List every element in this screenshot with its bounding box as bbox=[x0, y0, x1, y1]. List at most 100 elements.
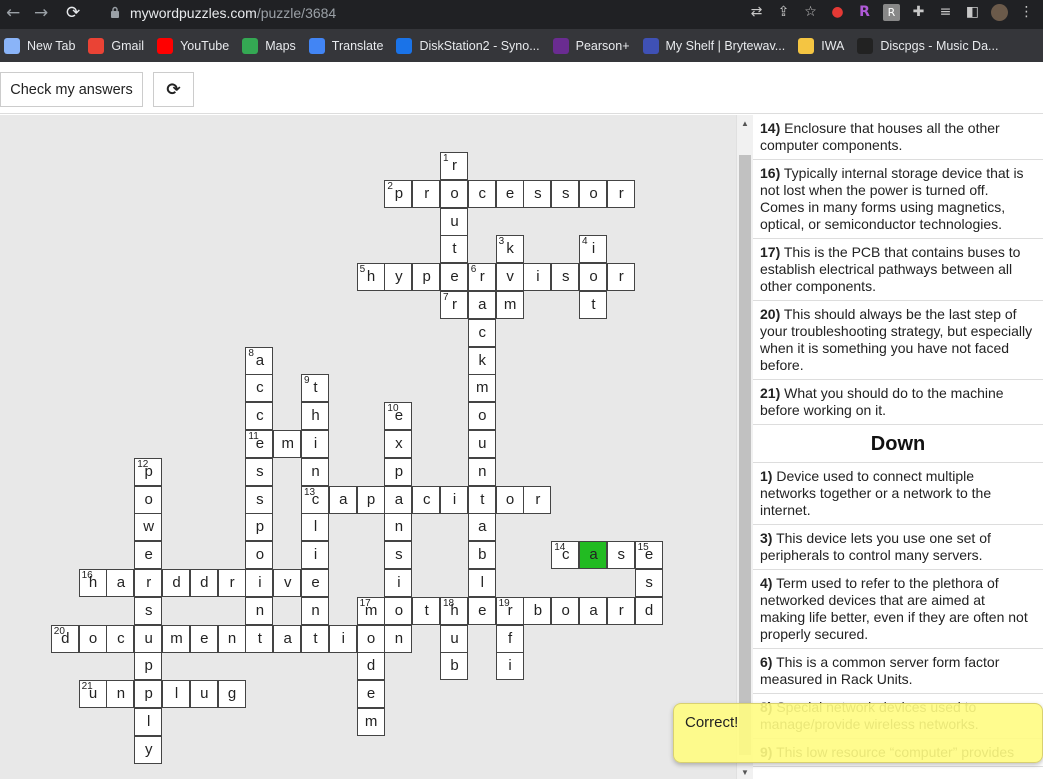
clue-item[interactable]: 14) Enclosure that houses all the other … bbox=[753, 115, 1043, 160]
crossword-cell[interactable]: s bbox=[523, 179, 552, 208]
crossword-cell[interactable]: m bbox=[495, 291, 524, 319]
kebab-menu-icon[interactable]: ⋮ bbox=[1018, 4, 1035, 21]
crossword-cell[interactable]: m bbox=[356, 708, 385, 736]
crossword-cell[interactable]: d bbox=[634, 596, 663, 625]
forward-arrow-icon[interactable]: → bbox=[34, 3, 48, 23]
clue-item[interactable]: 16) Typically internal storage device th… bbox=[753, 160, 1043, 239]
crossword-cell[interactable]: a bbox=[579, 596, 607, 625]
crossword-cell[interactable]: 13 c bbox=[301, 485, 329, 514]
clue-item[interactable]: 6) This is a common server form factor m… bbox=[753, 649, 1043, 694]
crossword-cell[interactable]: n bbox=[467, 457, 496, 486]
bookmark-item[interactable]: New Tab bbox=[4, 37, 75, 54]
crossword-cell[interactable]: r bbox=[412, 179, 441, 208]
crossword-cell[interactable]: m bbox=[467, 374, 496, 403]
back-arrow-icon[interactable]: ← bbox=[6, 3, 20, 23]
crossword-cell[interactable]: t bbox=[440, 235, 468, 264]
reading-list-icon[interactable]: ≡ bbox=[937, 4, 954, 21]
crossword-cell[interactable]: 15 e bbox=[634, 541, 663, 570]
extension-r-icon[interactable]: R bbox=[856, 4, 873, 21]
crossword-cell[interactable]: n bbox=[245, 596, 274, 625]
scrollbar-thumb[interactable] bbox=[739, 155, 751, 755]
crossword-cell[interactable]: u bbox=[189, 680, 218, 709]
crossword-cell[interactable]: n bbox=[301, 457, 329, 486]
crossword-cell[interactable]: r bbox=[606, 596, 635, 625]
crossword-cell[interactable]: p bbox=[134, 652, 163, 681]
crossword-cell[interactable]: o bbox=[579, 263, 607, 292]
crossword-cell[interactable]: h bbox=[301, 402, 329, 431]
crossword-cell[interactable]: e bbox=[189, 624, 218, 653]
crossword-cell[interactable]: s bbox=[551, 179, 580, 208]
bookmark-item[interactable]: My Shelf | Brytewav... bbox=[642, 37, 785, 54]
crossword-cell[interactable]: p bbox=[245, 513, 274, 542]
crossword-cell[interactable]: i bbox=[245, 569, 274, 597]
share-icon[interactable]: ⇪ bbox=[775, 4, 792, 21]
refresh-icon[interactable]: ⟳ bbox=[153, 72, 194, 107]
bookmark-item[interactable]: IWA bbox=[798, 37, 844, 54]
clue-item[interactable]: 3) This device lets you use one set of p… bbox=[753, 525, 1043, 570]
crossword-cell[interactable]: 20 d bbox=[50, 624, 79, 653]
crossword-cell[interactable]: d bbox=[162, 569, 190, 597]
crossword-cell[interactable]: c bbox=[467, 179, 496, 208]
crossword-cell[interactable]: r bbox=[134, 569, 163, 597]
crossword-cell[interactable]: r bbox=[606, 179, 635, 208]
clues-scrollbar[interactable]: ▲ ▼ bbox=[736, 115, 753, 779]
crossword-cell[interactable]: c bbox=[412, 485, 441, 514]
crossword-cell[interactable]: 10 e bbox=[384, 402, 413, 431]
crossword-cell[interactable]: c bbox=[467, 318, 496, 347]
extensions-puzzle-icon[interactable]: ✚ bbox=[910, 4, 927, 21]
crossword-cell[interactable]: i bbox=[523, 263, 552, 292]
address-bar[interactable]: mywordpuzzles.com/puzzle/3684 bbox=[130, 5, 336, 21]
bookmark-star-icon[interactable]: ☆ bbox=[802, 4, 819, 21]
crossword-cell[interactable]: 19 r bbox=[495, 596, 524, 625]
crossword-cell[interactable]: e bbox=[356, 680, 385, 709]
crossword-cell[interactable]: b bbox=[440, 652, 468, 681]
crossword-cell[interactable]: x bbox=[384, 430, 413, 458]
crossword-cell[interactable]: 11 e bbox=[245, 430, 274, 458]
crossword-cell[interactable]: 16 h bbox=[78, 569, 107, 597]
crossword-cell[interactable]: e bbox=[495, 179, 524, 208]
crossword-cell[interactable]: r bbox=[217, 569, 246, 597]
crossword-cell[interactable]: s bbox=[551, 263, 580, 292]
profile-avatar-icon[interactable] bbox=[991, 4, 1008, 21]
crossword-cell[interactable]: 17 m bbox=[356, 596, 385, 625]
crossword-cell[interactable]: 12 p bbox=[134, 457, 163, 486]
crossword-cell[interactable]: t bbox=[245, 624, 274, 653]
translate-icon[interactable]: ⇄ bbox=[748, 4, 765, 21]
scroll-up-arrow-icon[interactable]: ▲ bbox=[741, 119, 749, 128]
crossword-cell[interactable]: 2p bbox=[384, 179, 413, 208]
crossword-cell[interactable]: i bbox=[301, 430, 329, 458]
crossword-cell[interactable]: a bbox=[467, 291, 496, 319]
lock-icon[interactable] bbox=[110, 6, 120, 18]
crossword-cell[interactable]: o bbox=[579, 179, 607, 208]
crossword-cell[interactable]: n bbox=[384, 624, 413, 653]
scroll-down-arrow-icon[interactable]: ▼ bbox=[741, 768, 749, 777]
crossword-cell[interactable]: v bbox=[495, 263, 524, 292]
crossword-cell[interactable]: s bbox=[245, 457, 274, 486]
crossword-cell[interactable]: i bbox=[384, 569, 413, 597]
crossword-cell[interactable]: n bbox=[217, 624, 246, 653]
crossword-cell[interactable]: n bbox=[301, 596, 329, 625]
crossword-cell[interactable]: a bbox=[467, 513, 496, 542]
crossword-cell[interactable]: l bbox=[301, 513, 329, 542]
crossword-cell[interactable]: t bbox=[301, 624, 329, 653]
crossword-cell[interactable]: i bbox=[328, 624, 357, 653]
crossword-cell[interactable]: m bbox=[162, 624, 190, 653]
crossword-cell[interactable]: o bbox=[356, 624, 385, 653]
crossword-cell[interactable]: s bbox=[606, 541, 635, 570]
crossword-cell[interactable]: o bbox=[134, 485, 163, 514]
crossword-cell[interactable]: p bbox=[412, 263, 441, 292]
crossword-cell[interactable]: e bbox=[301, 569, 329, 597]
bookmark-item[interactable]: Pearson+ bbox=[552, 37, 630, 54]
crossword-cell[interactable]: c bbox=[245, 402, 274, 431]
bookmark-item[interactable]: DiskStation2 - Syno... bbox=[396, 37, 540, 54]
crossword-cell[interactable]: y bbox=[384, 263, 413, 292]
crossword-cell[interactable]: s bbox=[634, 569, 663, 597]
crossword-cell[interactable]: a bbox=[273, 624, 302, 653]
crossword-cell[interactable]: 4i bbox=[579, 235, 607, 264]
crossword-cell[interactable]: p bbox=[384, 457, 413, 486]
crossword-cell[interactable]: 9t bbox=[301, 374, 329, 403]
crossword-cell[interactable]: 8a bbox=[245, 346, 274, 375]
extension-gray-icon[interactable]: R bbox=[883, 4, 900, 21]
crossword-cell[interactable]: f bbox=[495, 624, 524, 653]
crossword-cell[interactable]: i bbox=[301, 541, 329, 570]
